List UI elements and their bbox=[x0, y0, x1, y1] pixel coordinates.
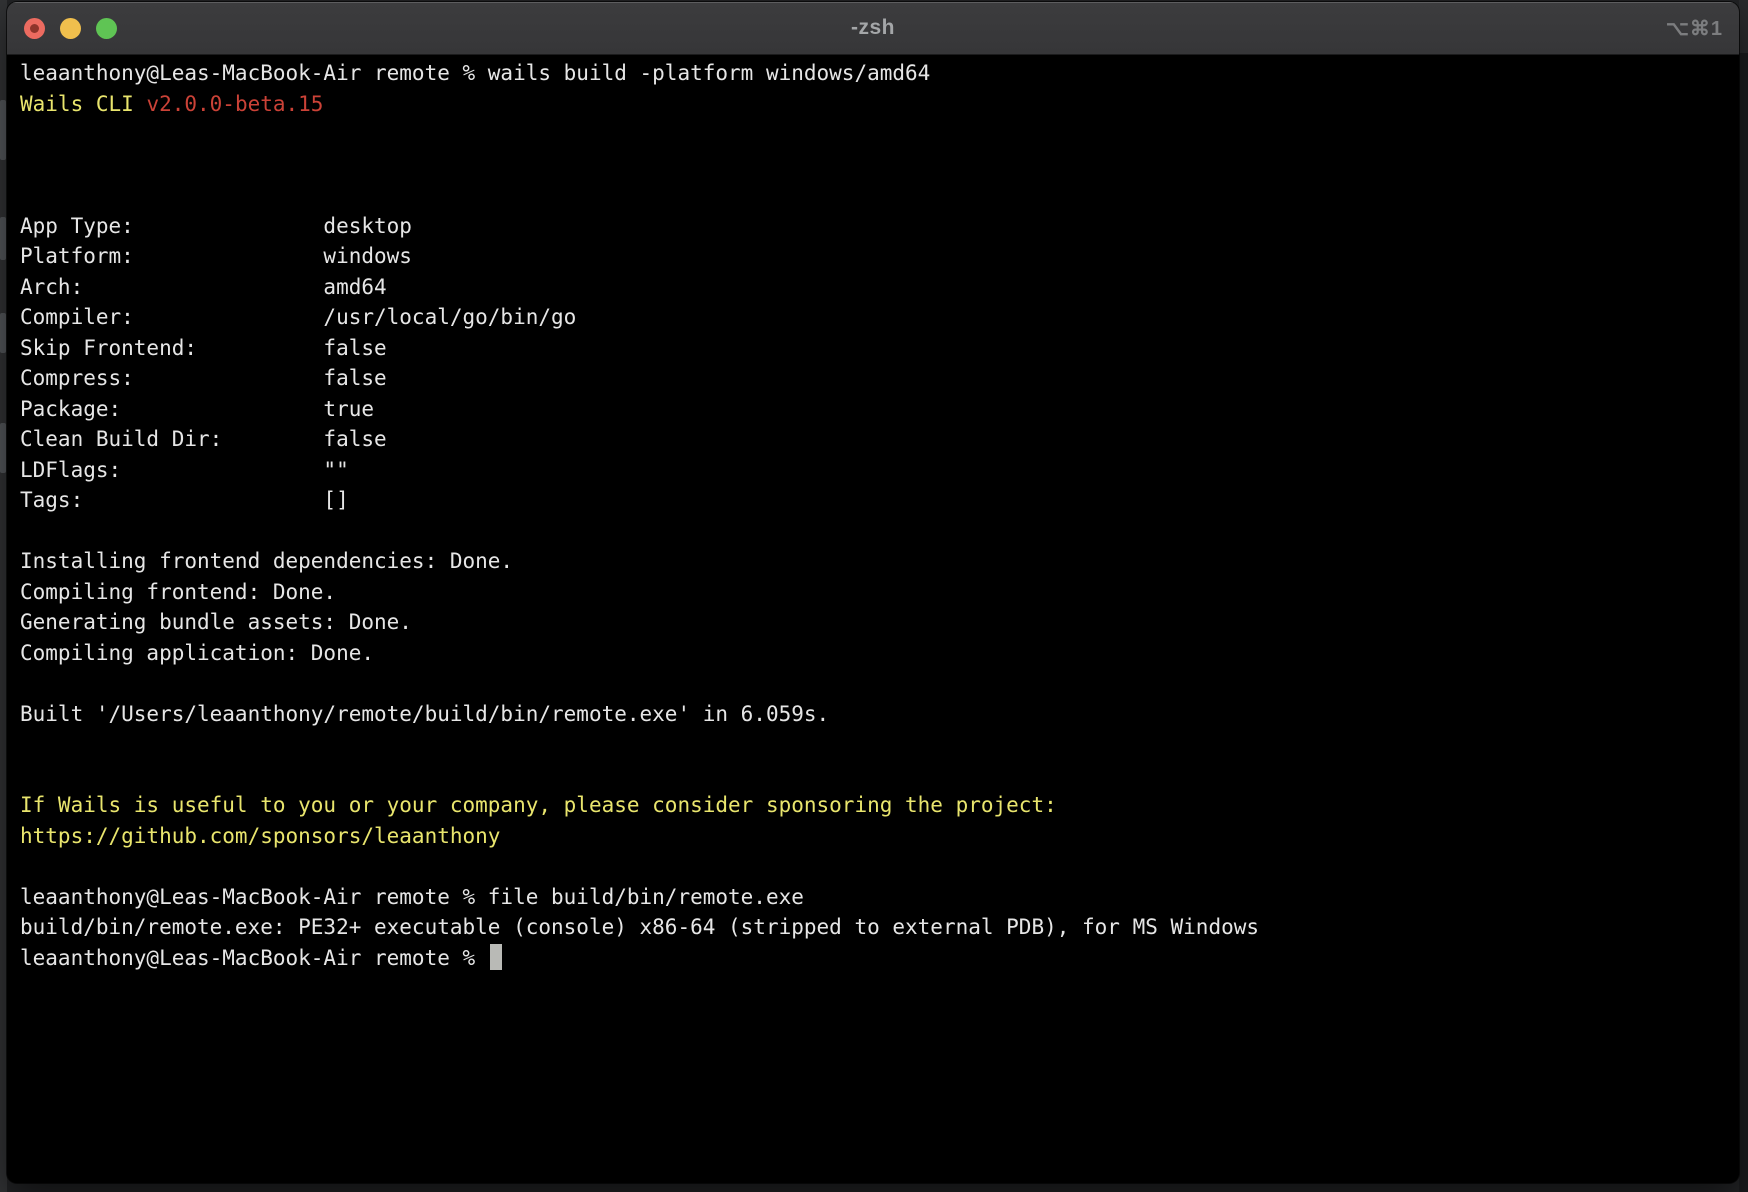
terminal-line: If Wails is useful to you or your compan… bbox=[20, 790, 1739, 821]
terminal-line bbox=[20, 729, 1739, 760]
close-edited-dot bbox=[30, 24, 39, 33]
terminal-line bbox=[20, 119, 1739, 150]
terminal-line bbox=[20, 851, 1739, 882]
terminal-line: Built '/Users/leaanthony/remote/build/bi… bbox=[20, 699, 1739, 730]
zoom-button[interactable] bbox=[96, 18, 117, 39]
terminal-line bbox=[20, 760, 1739, 791]
terminal-line: App Type: desktop bbox=[20, 211, 1739, 242]
terminal-line bbox=[20, 180, 1739, 211]
terminal-line: Compress: false bbox=[20, 363, 1739, 394]
background-window-left-edge bbox=[0, 0, 7, 1192]
terminal-line bbox=[20, 150, 1739, 181]
terminal-line: Installing frontend dependencies: Done. bbox=[20, 546, 1739, 577]
terminal-line: build/bin/remote.exe: PE32+ executable (… bbox=[20, 912, 1739, 943]
close-button[interactable] bbox=[24, 18, 45, 39]
background-fragment bbox=[0, 313, 6, 353]
terminal-line: Package: true bbox=[20, 394, 1739, 425]
terminal-line: https://github.com/sponsors/leaanthony bbox=[20, 821, 1739, 852]
terminal-window: -zsh ⌥⌘1 leaanthony@Leas-MacBook-Air rem… bbox=[7, 2, 1739, 1183]
terminal-line: Arch: amd64 bbox=[20, 272, 1739, 303]
terminal-line: Platform: windows bbox=[20, 241, 1739, 272]
background-fragment bbox=[0, 217, 6, 260]
traffic-lights bbox=[24, 2, 117, 54]
terminal-line: Wails CLI v2.0.0-beta.15 bbox=[20, 89, 1739, 120]
terminal-line: leaanthony@Leas-MacBook-Air remote % fil… bbox=[20, 882, 1739, 913]
terminal-line: Clean Build Dir: false bbox=[20, 424, 1739, 455]
terminal-line: leaanthony@Leas-MacBook-Air remote % bbox=[20, 943, 1739, 974]
terminal-line: leaanthony@Leas-MacBook-Air remote % wai… bbox=[20, 58, 1739, 89]
titlebar[interactable]: -zsh ⌥⌘1 bbox=[7, 2, 1739, 55]
terminal-line: Skip Frontend: false bbox=[20, 333, 1739, 364]
terminal-line: Tags: [] bbox=[20, 485, 1739, 516]
terminal-line: Compiler: /usr/local/go/bin/go bbox=[20, 302, 1739, 333]
background-window-right-edge bbox=[1739, 0, 1748, 1192]
background-fragment bbox=[0, 423, 6, 473]
background-fragment bbox=[1739, 0, 1748, 53]
terminal-line: LDFlags: "" bbox=[20, 455, 1739, 486]
terminal-cursor bbox=[490, 944, 502, 970]
terminal-line: Generating bundle assets: Done. bbox=[20, 607, 1739, 638]
minimize-button[interactable] bbox=[60, 18, 81, 39]
terminal-line: Compiling application: Done. bbox=[20, 638, 1739, 669]
terminal-line bbox=[20, 516, 1739, 547]
terminal-line bbox=[20, 668, 1739, 699]
background-fragment bbox=[0, 100, 6, 160]
tab-shortcut-badge: ⌥⌘1 bbox=[1666, 16, 1723, 41]
terminal-screen[interactable]: leaanthony@Leas-MacBook-Air remote % wai… bbox=[7, 55, 1739, 1183]
terminal-line: Compiling frontend: Done. bbox=[20, 577, 1739, 608]
window-title: -zsh bbox=[7, 16, 1739, 40]
